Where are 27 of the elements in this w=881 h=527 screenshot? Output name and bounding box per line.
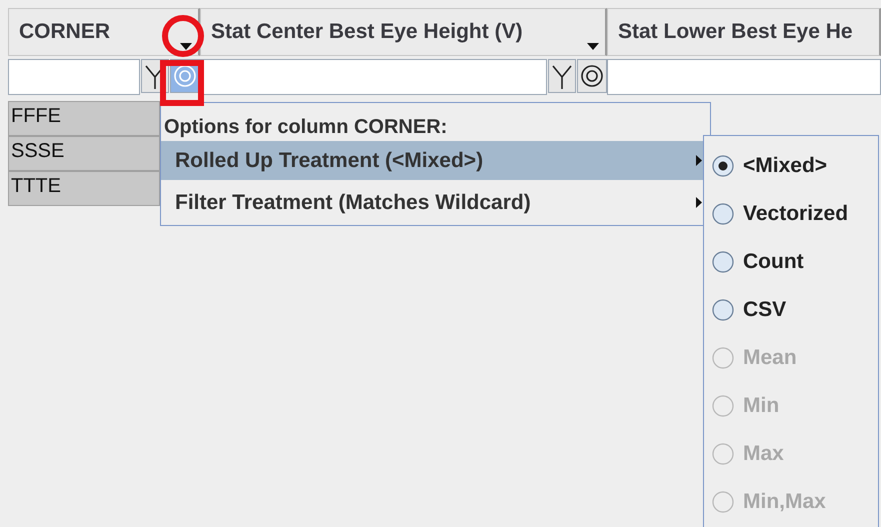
submenu-arrow-icon <box>696 155 702 166</box>
table-cell: TTTE <box>8 171 160 206</box>
column-header[interactable]: Stat Center Best Eye Height (V) <box>200 8 607 56</box>
radio-button[interactable] <box>712 203 734 225</box>
filter-field[interactable] <box>200 59 547 95</box>
radio-button[interactable] <box>712 155 734 177</box>
highlight-ring <box>161 14 205 58</box>
column-header[interactable]: Stat Lower Best Eye He <box>607 8 881 56</box>
column-title: Stat Lower Best Eye He <box>618 20 853 44</box>
highlight-frame <box>160 60 204 106</box>
column-header[interactable]: CORNER <box>8 8 200 56</box>
radio-option[interactable]: Count <box>704 238 878 286</box>
table-cell: FFFE <box>8 101 160 136</box>
radio-button[interactable] <box>712 299 734 321</box>
dropdown-arrow-icon[interactable] <box>180 43 192 51</box>
target-icon[interactable] <box>577 59 607 93</box>
menu-title: Options for column CORNER: <box>163 115 448 140</box>
filter-field[interactable] <box>8 59 140 95</box>
radio-button[interactable] <box>712 251 734 273</box>
funnel-icon[interactable] <box>548 59 576 93</box>
column-title: CORNER <box>19 20 110 44</box>
column-title: Stat Center Best Eye Height (V) <box>211 20 523 44</box>
filter-field[interactable] <box>607 59 881 95</box>
table-cell: SSSE <box>8 136 160 171</box>
dropdown-arrow-icon[interactable] <box>587 43 599 51</box>
radio-option[interactable]: CSV <box>704 286 878 334</box>
submenu-arrow-icon <box>696 197 702 208</box>
